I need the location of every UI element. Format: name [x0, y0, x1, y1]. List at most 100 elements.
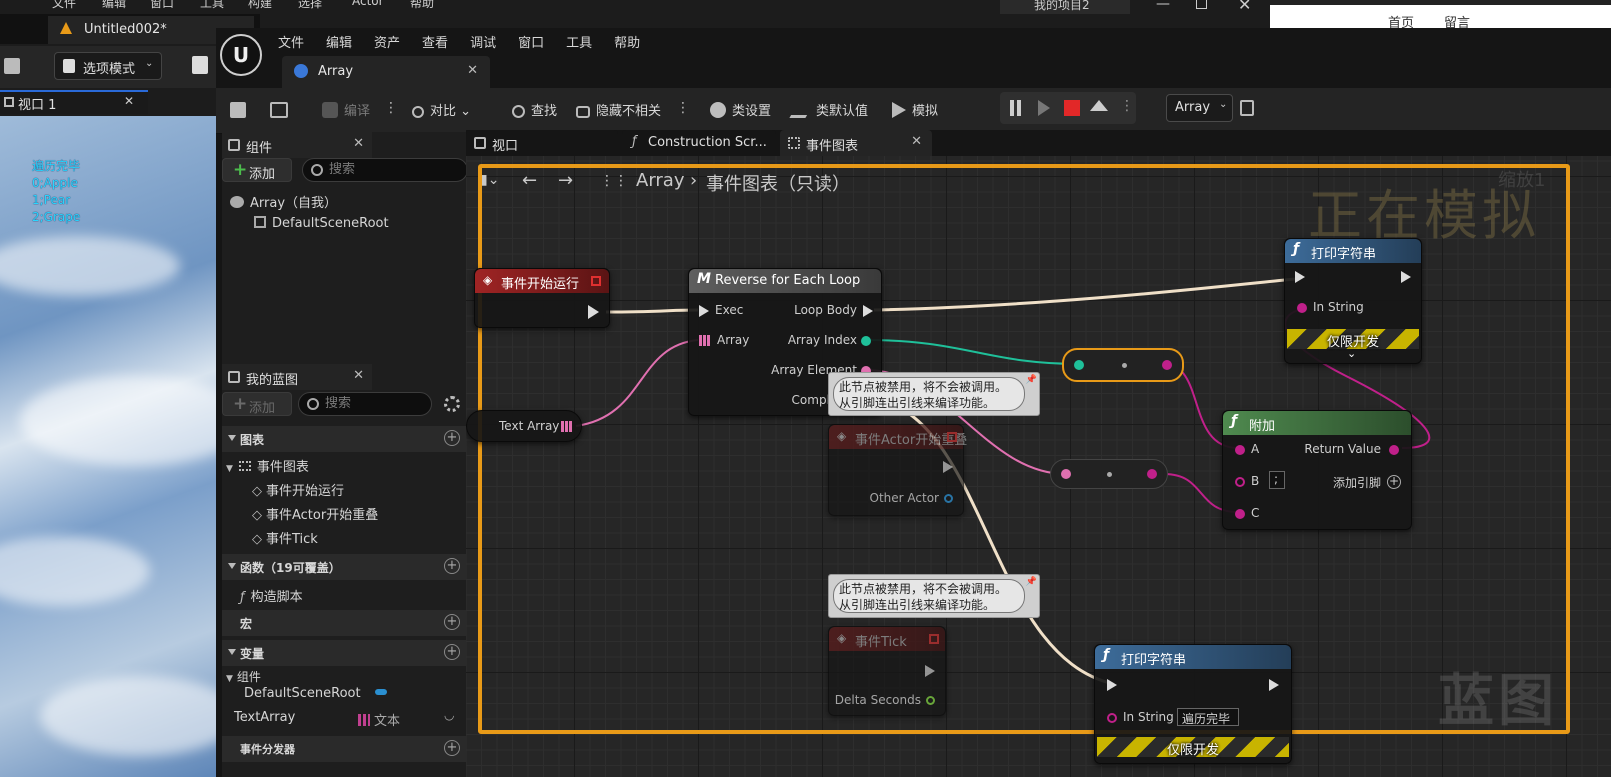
node-event-begin-play[interactable]: ◈ 事件开始运行	[474, 268, 610, 328]
delegate-pin-icon[interactable]	[929, 634, 939, 644]
menu-asset[interactable]: 资产	[374, 32, 400, 51]
in-string-pin[interactable]	[1107, 713, 1117, 723]
in-string-input[interactable]: 遍历完毕	[1177, 708, 1239, 726]
component-default-scene-root[interactable]: DefaultSceneRoot	[254, 216, 389, 231]
pin-icon[interactable]: 📌	[1026, 375, 1037, 385]
return-value-pin[interactable]	[1389, 445, 1399, 455]
node-print-string-bottom[interactable]: ƒ 打印字符串 In String 遍历完毕 仅限开发	[1094, 644, 1292, 764]
text-out-pin[interactable]	[1162, 360, 1172, 370]
class-defaults-button[interactable]: 类默认值	[789, 100, 868, 119]
in-string-pin[interactable]	[1297, 303, 1307, 313]
var-text-array-type[interactable]: 文本	[358, 710, 400, 729]
int-in-pin[interactable]	[1074, 360, 1084, 370]
node-print-string-top[interactable]: ƒ 打印字符串 In String 仅限开发 ⌄	[1284, 238, 1422, 364]
menu-window[interactable]: 窗口	[518, 32, 544, 51]
close-icon[interactable]: ✕	[353, 136, 364, 151]
text-out-pin[interactable]	[1147, 469, 1157, 479]
node-event-tick[interactable]: ◈ 事件Tick Delta Seconds	[828, 626, 946, 716]
bg-menu-build[interactable]: 构建	[248, 0, 272, 10]
exec-out-pin[interactable]	[1401, 271, 1411, 283]
my-blueprint-tab[interactable]: 我的蓝图 ✕	[222, 364, 372, 390]
bg-mode-selector[interactable]: 选项模式 ⌄	[54, 52, 162, 80]
close-icon[interactable]: ✕	[911, 134, 922, 149]
tree-construction-script[interactable]: ƒ 构造脚本	[240, 586, 303, 605]
exec-in-pin[interactable]	[699, 305, 709, 317]
reroute-node-selected[interactable]	[1062, 348, 1184, 382]
category-macros[interactable]: 宏 +	[222, 610, 468, 636]
find-button[interactable]: 查找	[512, 100, 557, 119]
class-settings-button[interactable]: 类设置	[710, 100, 771, 119]
bg-menu-window[interactable]: 窗口	[150, 0, 174, 10]
delta-seconds-pin[interactable]	[926, 696, 935, 705]
reroute-node[interactable]	[1050, 459, 1168, 489]
hide-unrelated-button[interactable]: 隐藏不相关	[576, 100, 661, 119]
bg-save-icon[interactable]	[4, 58, 20, 74]
pause-icon[interactable]	[1010, 100, 1014, 116]
exec-in-pin[interactable]	[1107, 679, 1117, 691]
category-event-dispatchers[interactable]: 事件分发器 +	[222, 736, 468, 762]
bg-menu-file[interactable]: 文件	[52, 0, 76, 10]
step-icon[interactable]	[1038, 100, 1050, 116]
eye-icon[interactable]: ◡	[444, 708, 454, 722]
pin-c[interactable]	[1235, 509, 1245, 519]
exec-out-pin[interactable]	[1269, 679, 1279, 691]
add-pin-icon[interactable]: +	[1387, 475, 1401, 489]
bg-menu-tools[interactable]: 工具	[200, 0, 224, 10]
my-blueprint-search-input[interactable]	[325, 396, 425, 411]
tree-event-graph[interactable]: ▼ 事件图表	[226, 456, 309, 475]
pin-b-input[interactable]: ;	[1269, 471, 1285, 489]
browse-icon[interactable]	[270, 102, 288, 118]
bg-close-icon[interactable]: ✕	[1238, 0, 1251, 14]
close-icon[interactable]: ✕	[124, 94, 134, 108]
add-circle-icon[interactable]: +	[444, 558, 460, 574]
simulate-button[interactable]: 模拟	[892, 100, 938, 119]
event-graph-canvas[interactable]: 正在模拟 缩放1 蓝图 ▮⌄ ← → ⋮⋮ Array › 事件图表（只读） ◈…	[466, 156, 1611, 777]
tree-event-actor-overlap[interactable]: ◇ 事件Actor开始重叠	[252, 504, 378, 523]
array-in-pin[interactable]	[699, 335, 710, 346]
array-out-pin[interactable]	[561, 421, 572, 432]
tree-var-text-array[interactable]: TextArray	[234, 710, 295, 725]
tree-var-group-components[interactable]: ▼ 组件	[226, 668, 261, 685]
pin-icon[interactable]: 📌	[1026, 577, 1037, 587]
diff-button[interactable]: 对比 ⌄	[412, 100, 471, 119]
add-circle-icon[interactable]: +	[444, 740, 460, 756]
doc-tab-array[interactable]: Array ✕	[282, 56, 490, 88]
pin-b[interactable]	[1235, 477, 1245, 487]
bg-menu-actor[interactable]: Actor	[352, 0, 384, 8]
add-component-button[interactable]: + 添加	[222, 158, 292, 182]
node-event-actor-overlap[interactable]: ◈ 事件Actor开始重叠 Other Actor	[828, 424, 967, 516]
node-append[interactable]: ƒ 附加 A Return Value B ; 添加引脚 + C	[1222, 410, 1412, 530]
chevron-down-icon[interactable]: ⌄	[1347, 347, 1356, 360]
exec-out-pin[interactable]	[925, 665, 935, 677]
bg-add-content-icon[interactable]	[192, 56, 208, 74]
debug-object-selector[interactable]: Array ⌄	[1166, 94, 1233, 122]
add-pin-label[interactable]: 添加引脚	[1333, 474, 1381, 491]
more-vertical-icon[interactable]: ⋮	[676, 100, 690, 116]
add-circle-icon[interactable]: +	[444, 614, 460, 630]
menu-tools[interactable]: 工具	[566, 32, 592, 51]
tree-event-begin-play[interactable]: ◇ 事件开始运行	[252, 480, 344, 499]
delegate-pin-icon[interactable]	[947, 432, 957, 442]
category-graphs[interactable]: 图表 +	[222, 426, 468, 452]
tree-var-default-scene-root[interactable]: DefaultSceneRoot	[244, 686, 387, 701]
components-search-input[interactable]	[329, 162, 429, 177]
compile-button[interactable]: 编译	[322, 100, 370, 119]
more-vertical-icon[interactable]: ⋮	[384, 100, 398, 116]
bg-viewport-tab[interactable]: 视口 1 ✕	[0, 90, 148, 114]
eject-icon[interactable]	[1090, 100, 1108, 111]
bg-menu-edit[interactable]: 编辑	[102, 0, 126, 10]
components-tab[interactable]: 组件 ✕	[222, 132, 372, 158]
close-icon[interactable]: ✕	[353, 368, 364, 383]
delegate-pin-icon[interactable]	[591, 276, 601, 286]
bg-minimize-icon[interactable]: —	[1156, 0, 1170, 12]
menu-file[interactable]: 文件	[278, 32, 304, 51]
category-variables[interactable]: 变量 +	[222, 640, 468, 666]
bg-maximize-icon[interactable]	[1196, 0, 1207, 9]
tree-event-tick[interactable]: ◇ 事件Tick	[252, 528, 318, 547]
menu-debug[interactable]: 调试	[470, 32, 496, 51]
menu-edit[interactable]: 编辑	[326, 32, 352, 51]
category-functions[interactable]: 函数（19可覆盖） +	[222, 554, 468, 580]
add-circle-icon[interactable]: +	[444, 644, 460, 660]
tab-viewport[interactable]: 视口	[466, 130, 618, 156]
bg-menu-select[interactable]: 选择	[298, 0, 322, 10]
